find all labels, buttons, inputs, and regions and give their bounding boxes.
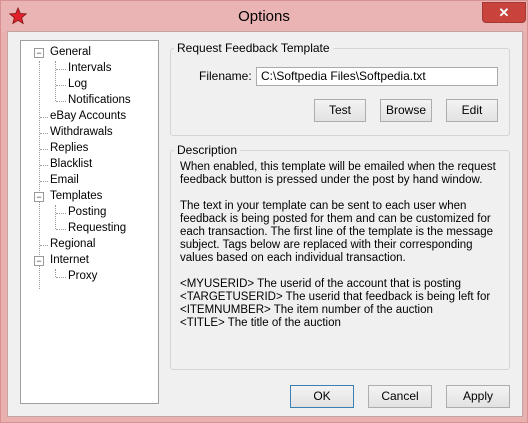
template-group-title: Request Feedback Template xyxy=(174,41,333,55)
close-button[interactable]: ✕ xyxy=(482,2,526,23)
cancel-button[interactable]: Cancel xyxy=(368,385,432,408)
internet-collapse-toggle[interactable]: − xyxy=(34,256,44,266)
tag-targetuserid: <TARGETUSERID> The userid that feedback … xyxy=(180,291,491,303)
tree-item-replies[interactable]: Replies xyxy=(50,140,88,156)
tree-item-email[interactable]: Email xyxy=(50,172,79,188)
tree-item-requesting[interactable]: Requesting xyxy=(68,220,126,236)
window-title: Options xyxy=(238,8,290,25)
tree-item-proxy[interactable]: Proxy xyxy=(68,268,97,284)
tree-item-notifications[interactable]: Notifications xyxy=(68,92,131,108)
tag-title: <TITLE> The title of the auction xyxy=(180,317,341,329)
tree-item-intervals[interactable]: Intervals xyxy=(68,60,111,76)
options-window: Options ✕ − General Intervals Log Notifi… xyxy=(0,0,528,423)
description-paragraph-2: The text in your template can be sent to… xyxy=(180,200,494,264)
templates-collapse-toggle[interactable]: − xyxy=(34,192,44,202)
tree-item-withdrawals[interactable]: Withdrawals xyxy=(50,124,113,140)
filename-label: Filename: xyxy=(199,69,252,83)
browse-button[interactable]: Browse xyxy=(380,99,432,122)
template-group xyxy=(170,48,510,136)
description-group-title: Description xyxy=(174,143,241,157)
edit-button[interactable]: Edit xyxy=(446,99,498,122)
description-paragraph-1: When enabled, this template will be emai… xyxy=(180,161,496,186)
tree-item-templates[interactable]: Templates xyxy=(50,188,102,204)
options-tree[interactable]: − General Intervals Log Notifications eB… xyxy=(20,40,159,404)
tree-item-ebay-accounts[interactable]: eBay Accounts xyxy=(50,108,126,124)
tree-item-posting[interactable]: Posting xyxy=(68,204,106,220)
tree-item-internet[interactable]: Internet xyxy=(50,252,89,268)
apply-button[interactable]: Apply xyxy=(446,385,510,408)
general-collapse-toggle[interactable]: − xyxy=(34,48,44,58)
tag-itemnumber: <ITEMNUMBER> The item number of the auct… xyxy=(180,304,433,316)
tag-myuserid: <MYUSERID> The userid of the account tha… xyxy=(180,278,462,290)
tree-item-general[interactable]: General xyxy=(50,44,91,60)
tree-item-blacklist[interactable]: Blacklist xyxy=(50,156,92,172)
tree-item-regional[interactable]: Regional xyxy=(50,236,95,252)
title-bar[interactable]: Options ✕ xyxy=(1,1,527,32)
ok-button[interactable]: OK xyxy=(290,385,354,408)
dialog-client-area: − General Intervals Log Notifications eB… xyxy=(7,31,523,417)
filename-input[interactable] xyxy=(256,67,498,86)
tree-item-log[interactable]: Log xyxy=(68,76,87,92)
test-button[interactable]: Test xyxy=(314,99,366,122)
